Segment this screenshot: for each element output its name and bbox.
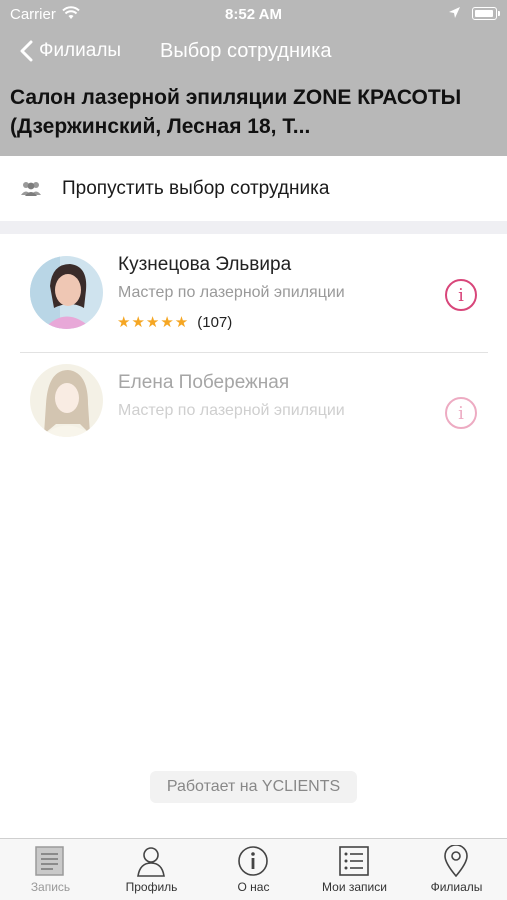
staff-info-button[interactable]: i [445, 397, 477, 429]
skip-staff-selection-label: Пропустить выбор сотрудника [62, 178, 330, 199]
staff-name: Елена Побережная [118, 372, 290, 393]
page-title: Выбор сотрудника [160, 40, 332, 62]
reviews-count: (107) [197, 313, 233, 331]
back-button-label: Филиалы [39, 40, 122, 61]
tab-label: Запись [30, 880, 71, 894]
tab-booking[interactable]: Запись [0, 839, 101, 900]
tab-label: О нас [237, 880, 270, 894]
staff-role: Мастер по лазерной эпиляции [118, 402, 345, 419]
header: Carrier 8:52 AM Филиалы Выбор сотрудника… [0, 0, 507, 156]
info-icon [238, 846, 268, 876]
staff-row[interactable]: Кузнецова Эльвира Мастер по лазерной эпи… [0, 236, 507, 354]
tab-my-bookings[interactable]: Мои записи [304, 839, 405, 900]
back-button[interactable]: Филиалы [20, 36, 121, 66]
star-rating-icon: ★★★★★ [117, 314, 190, 331]
salon-title: Салон лазерной эпиляции ZONE КРАСОТЫ (Дз… [10, 86, 462, 138]
tab-about[interactable]: О нас [203, 839, 304, 900]
tab-branches[interactable]: Филиалы [406, 839, 507, 900]
tab-bar: Запись Профиль О нас Мои записи Филиалы [0, 838, 507, 900]
staff-rating: ★★★★★ (107) [117, 313, 233, 332]
location-pin-icon [444, 845, 468, 877]
battery-icon [472, 7, 500, 20]
tab-label: Филиалы [430, 880, 483, 894]
book-icon [35, 846, 64, 876]
powered-by-label: Работает на YCLIENTS [150, 771, 357, 803]
clock: 8:52 AM [225, 6, 282, 23]
status-bar: Carrier 8:52 AM [0, 0, 507, 28]
location-arrow-icon [448, 6, 461, 23]
staff-info-button[interactable]: i [445, 279, 477, 311]
avatar [30, 364, 103, 437]
chevron-left-icon [20, 40, 33, 62]
staff-row[interactable]: Елена Побережная Мастер по лазерной эпил… [0, 353, 507, 471]
staff-name: Кузнецова Эльвира [118, 254, 292, 275]
tab-label: Мои записи [322, 880, 387, 894]
skip-staff-selection-row[interactable]: Пропустить выбор сотрудника [0, 159, 507, 221]
info-icon: i [458, 284, 464, 306]
group-icon [20, 181, 42, 202]
tab-profile[interactable]: Профиль [101, 839, 202, 900]
list-icon [339, 846, 369, 876]
profile-icon [137, 847, 165, 877]
info-icon: i [458, 402, 464, 424]
avatar [30, 256, 103, 329]
section-divider [0, 221, 507, 234]
tab-label: Профиль [125, 880, 178, 894]
staff-role: Мастер по лазерной эпиляции [118, 284, 345, 301]
